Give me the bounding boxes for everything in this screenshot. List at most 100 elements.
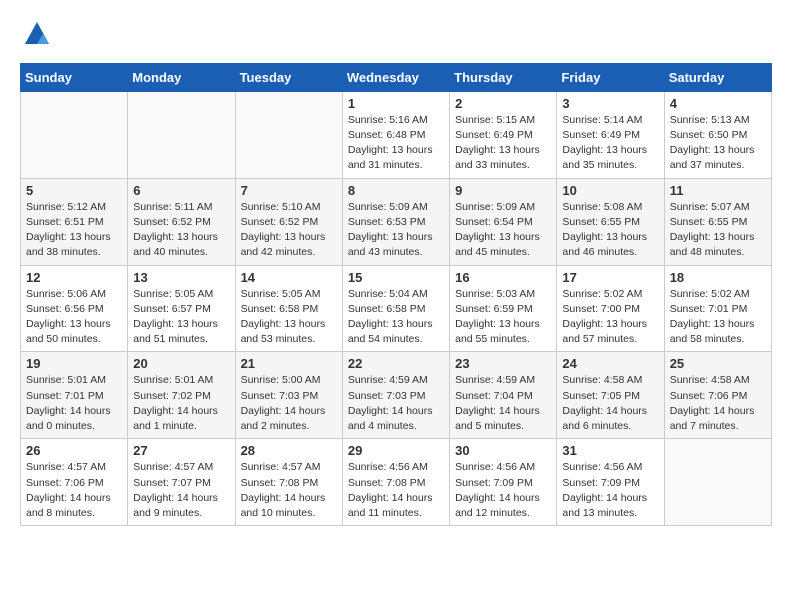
calendar-cell: 24 Sunrise: 4:58 AM Sunset: 7:05 PM Dayli… bbox=[557, 352, 664, 439]
day-number: 11 bbox=[670, 183, 766, 198]
calendar-cell: 4 Sunrise: 5:13 AM Sunset: 6:50 PM Daylig… bbox=[664, 91, 771, 178]
day-info: Sunrise: 5:05 AM Sunset: 6:57 PM Dayligh… bbox=[133, 287, 229, 348]
calendar-cell: 8 Sunrise: 5:09 AM Sunset: 6:53 PM Daylig… bbox=[342, 178, 449, 265]
day-number: 8 bbox=[348, 183, 444, 198]
day-info: Sunrise: 5:15 AM Sunset: 6:49 PM Dayligh… bbox=[455, 113, 551, 174]
weekday-header-thursday: Thursday bbox=[450, 63, 557, 91]
logo bbox=[20, 20, 51, 53]
calendar-cell: 10 Sunrise: 5:08 AM Sunset: 6:55 PM Dayli… bbox=[557, 178, 664, 265]
calendar-cell: 29 Sunrise: 4:56 AM Sunset: 7:08 PM Dayli… bbox=[342, 439, 449, 526]
calendar-cell bbox=[21, 91, 128, 178]
weekday-header-wednesday: Wednesday bbox=[342, 63, 449, 91]
day-number: 22 bbox=[348, 356, 444, 371]
weekday-header-saturday: Saturday bbox=[664, 63, 771, 91]
calendar-cell: 22 Sunrise: 4:59 AM Sunset: 7:03 PM Dayli… bbox=[342, 352, 449, 439]
day-number: 14 bbox=[241, 270, 337, 285]
calendar-cell: 21Sunrise: 5:00 AM Sunset: 7:03 PM Dayli… bbox=[235, 352, 342, 439]
calendar-cell: 16 Sunrise: 5:03 AM Sunset: 6:59 PM Dayli… bbox=[450, 265, 557, 352]
day-info: Sunrise: 4:56 AM Sunset: 7:09 PM Dayligh… bbox=[455, 460, 551, 521]
day-number: 30 bbox=[455, 443, 551, 458]
weekday-header-tuesday: Tuesday bbox=[235, 63, 342, 91]
day-info: Sunrise: 5:03 AM Sunset: 6:59 PM Dayligh… bbox=[455, 287, 551, 348]
calendar-cell: 12Sunrise: 5:06 AM Sunset: 6:56 PM Dayli… bbox=[21, 265, 128, 352]
calendar-cell: 26 Sunrise: 4:57 AM Sunset: 7:06 PM Dayli… bbox=[21, 439, 128, 526]
day-number: 4 bbox=[670, 96, 766, 111]
calendar-cell: 27 Sunrise: 4:57 AM Sunset: 7:07 PM Dayli… bbox=[128, 439, 235, 526]
day-info: Sunrise: 4:56 AM Sunset: 7:09 PM Dayligh… bbox=[562, 460, 658, 521]
day-number: 26 bbox=[26, 443, 122, 458]
calendar-cell: 9 Sunrise: 5:09 AM Sunset: 6:54 PM Daylig… bbox=[450, 178, 557, 265]
day-info: Sunrise: 4:56 AM Sunset: 7:08 PM Dayligh… bbox=[348, 460, 444, 521]
calendar-cell: 18Sunrise: 5:02 AM Sunset: 7:01 PM Dayli… bbox=[664, 265, 771, 352]
weekday-header-friday: Friday bbox=[557, 63, 664, 91]
day-number: 21 bbox=[241, 356, 337, 371]
day-info: Sunrise: 4:57 AM Sunset: 7:06 PM Dayligh… bbox=[26, 460, 122, 521]
weekday-header-sunday: Sunday bbox=[21, 63, 128, 91]
calendar-cell bbox=[128, 91, 235, 178]
weekday-header-row: SundayMondayTuesdayWednesdayThursdayFrid… bbox=[21, 63, 772, 91]
day-info: Sunrise: 5:13 AM Sunset: 6:50 PM Dayligh… bbox=[670, 113, 766, 174]
calendar-week-row: 19Sunrise: 5:01 AM Sunset: 7:01 PM Dayli… bbox=[21, 352, 772, 439]
calendar-cell bbox=[235, 91, 342, 178]
calendar-cell: 13 Sunrise: 5:05 AM Sunset: 6:57 PM Dayli… bbox=[128, 265, 235, 352]
day-number: 10 bbox=[562, 183, 658, 198]
calendar-cell: 31 Sunrise: 4:56 AM Sunset: 7:09 PM Dayli… bbox=[557, 439, 664, 526]
day-info: Sunrise: 5:05 AM Sunset: 6:58 PM Dayligh… bbox=[241, 287, 337, 348]
day-info: Sunrise: 4:57 AM Sunset: 7:08 PM Dayligh… bbox=[241, 460, 337, 521]
day-number: 27 bbox=[133, 443, 229, 458]
day-info: Sunrise: 4:58 AM Sunset: 7:05 PM Dayligh… bbox=[562, 373, 658, 434]
calendar-cell: 3Sunrise: 5:14 AM Sunset: 6:49 PM Daylig… bbox=[557, 91, 664, 178]
calendar: SundayMondayTuesdayWednesdayThursdayFrid… bbox=[20, 63, 772, 526]
day-number: 23 bbox=[455, 356, 551, 371]
calendar-week-row: 5Sunrise: 5:12 AM Sunset: 6:51 PM Daylig… bbox=[21, 178, 772, 265]
day-info: Sunrise: 5:09 AM Sunset: 6:54 PM Dayligh… bbox=[455, 200, 551, 261]
day-info: Sunrise: 4:59 AM Sunset: 7:04 PM Dayligh… bbox=[455, 373, 551, 434]
day-info: Sunrise: 5:16 AM Sunset: 6:48 PM Dayligh… bbox=[348, 113, 444, 174]
calendar-cell: 30 Sunrise: 4:56 AM Sunset: 7:09 PM Dayli… bbox=[450, 439, 557, 526]
day-number: 28 bbox=[241, 443, 337, 458]
day-number: 12 bbox=[26, 270, 122, 285]
day-number: 2 bbox=[455, 96, 551, 111]
calendar-week-row: 1 Sunrise: 5:16 AM Sunset: 6:48 PM Daylig… bbox=[21, 91, 772, 178]
calendar-cell: 19Sunrise: 5:01 AM Sunset: 7:01 PM Dayli… bbox=[21, 352, 128, 439]
calendar-cell: 7 Sunrise: 5:10 AM Sunset: 6:52 PM Daylig… bbox=[235, 178, 342, 265]
day-number: 15 bbox=[348, 270, 444, 285]
calendar-cell: 23 Sunrise: 4:59 AM Sunset: 7:04 PM Dayli… bbox=[450, 352, 557, 439]
calendar-cell: 15 Sunrise: 5:04 AM Sunset: 6:58 PM Dayli… bbox=[342, 265, 449, 352]
calendar-cell: 11Sunrise: 5:07 AM Sunset: 6:55 PM Dayli… bbox=[664, 178, 771, 265]
day-number: 18 bbox=[670, 270, 766, 285]
day-number: 24 bbox=[562, 356, 658, 371]
day-info: Sunrise: 5:02 AM Sunset: 7:00 PM Dayligh… bbox=[562, 287, 658, 348]
day-number: 3 bbox=[562, 96, 658, 111]
calendar-cell: 20 Sunrise: 5:01 AM Sunset: 7:02 PM Dayli… bbox=[128, 352, 235, 439]
calendar-cell: 25Sunrise: 4:58 AM Sunset: 7:06 PM Dayli… bbox=[664, 352, 771, 439]
day-number: 7 bbox=[241, 183, 337, 198]
weekday-header-monday: Monday bbox=[128, 63, 235, 91]
day-number: 1 bbox=[348, 96, 444, 111]
day-info: Sunrise: 5:08 AM Sunset: 6:55 PM Dayligh… bbox=[562, 200, 658, 261]
day-number: 20 bbox=[133, 356, 229, 371]
day-info: Sunrise: 5:09 AM Sunset: 6:53 PM Dayligh… bbox=[348, 200, 444, 261]
day-info: Sunrise: 5:04 AM Sunset: 6:58 PM Dayligh… bbox=[348, 287, 444, 348]
day-number: 17 bbox=[562, 270, 658, 285]
day-info: Sunrise: 4:59 AM Sunset: 7:03 PM Dayligh… bbox=[348, 373, 444, 434]
day-info: Sunrise: 4:57 AM Sunset: 7:07 PM Dayligh… bbox=[133, 460, 229, 521]
calendar-cell: 2 Sunrise: 5:15 AM Sunset: 6:49 PM Daylig… bbox=[450, 91, 557, 178]
day-number: 31 bbox=[562, 443, 658, 458]
day-number: 25 bbox=[670, 356, 766, 371]
day-number: 19 bbox=[26, 356, 122, 371]
day-number: 13 bbox=[133, 270, 229, 285]
logo-icon bbox=[23, 20, 51, 48]
day-number: 29 bbox=[348, 443, 444, 458]
day-number: 9 bbox=[455, 183, 551, 198]
day-info: Sunrise: 5:10 AM Sunset: 6:52 PM Dayligh… bbox=[241, 200, 337, 261]
day-info: Sunrise: 5:11 AM Sunset: 6:52 PM Dayligh… bbox=[133, 200, 229, 261]
calendar-cell: 6Sunrise: 5:11 AM Sunset: 6:52 PM Daylig… bbox=[128, 178, 235, 265]
calendar-cell: 28 Sunrise: 4:57 AM Sunset: 7:08 PM Dayli… bbox=[235, 439, 342, 526]
calendar-week-row: 12Sunrise: 5:06 AM Sunset: 6:56 PM Dayli… bbox=[21, 265, 772, 352]
calendar-cell: 1 Sunrise: 5:16 AM Sunset: 6:48 PM Daylig… bbox=[342, 91, 449, 178]
day-info: Sunrise: 5:01 AM Sunset: 7:02 PM Dayligh… bbox=[133, 373, 229, 434]
page-header bbox=[20, 20, 772, 53]
day-number: 16 bbox=[455, 270, 551, 285]
day-info: Sunrise: 5:12 AM Sunset: 6:51 PM Dayligh… bbox=[26, 200, 122, 261]
